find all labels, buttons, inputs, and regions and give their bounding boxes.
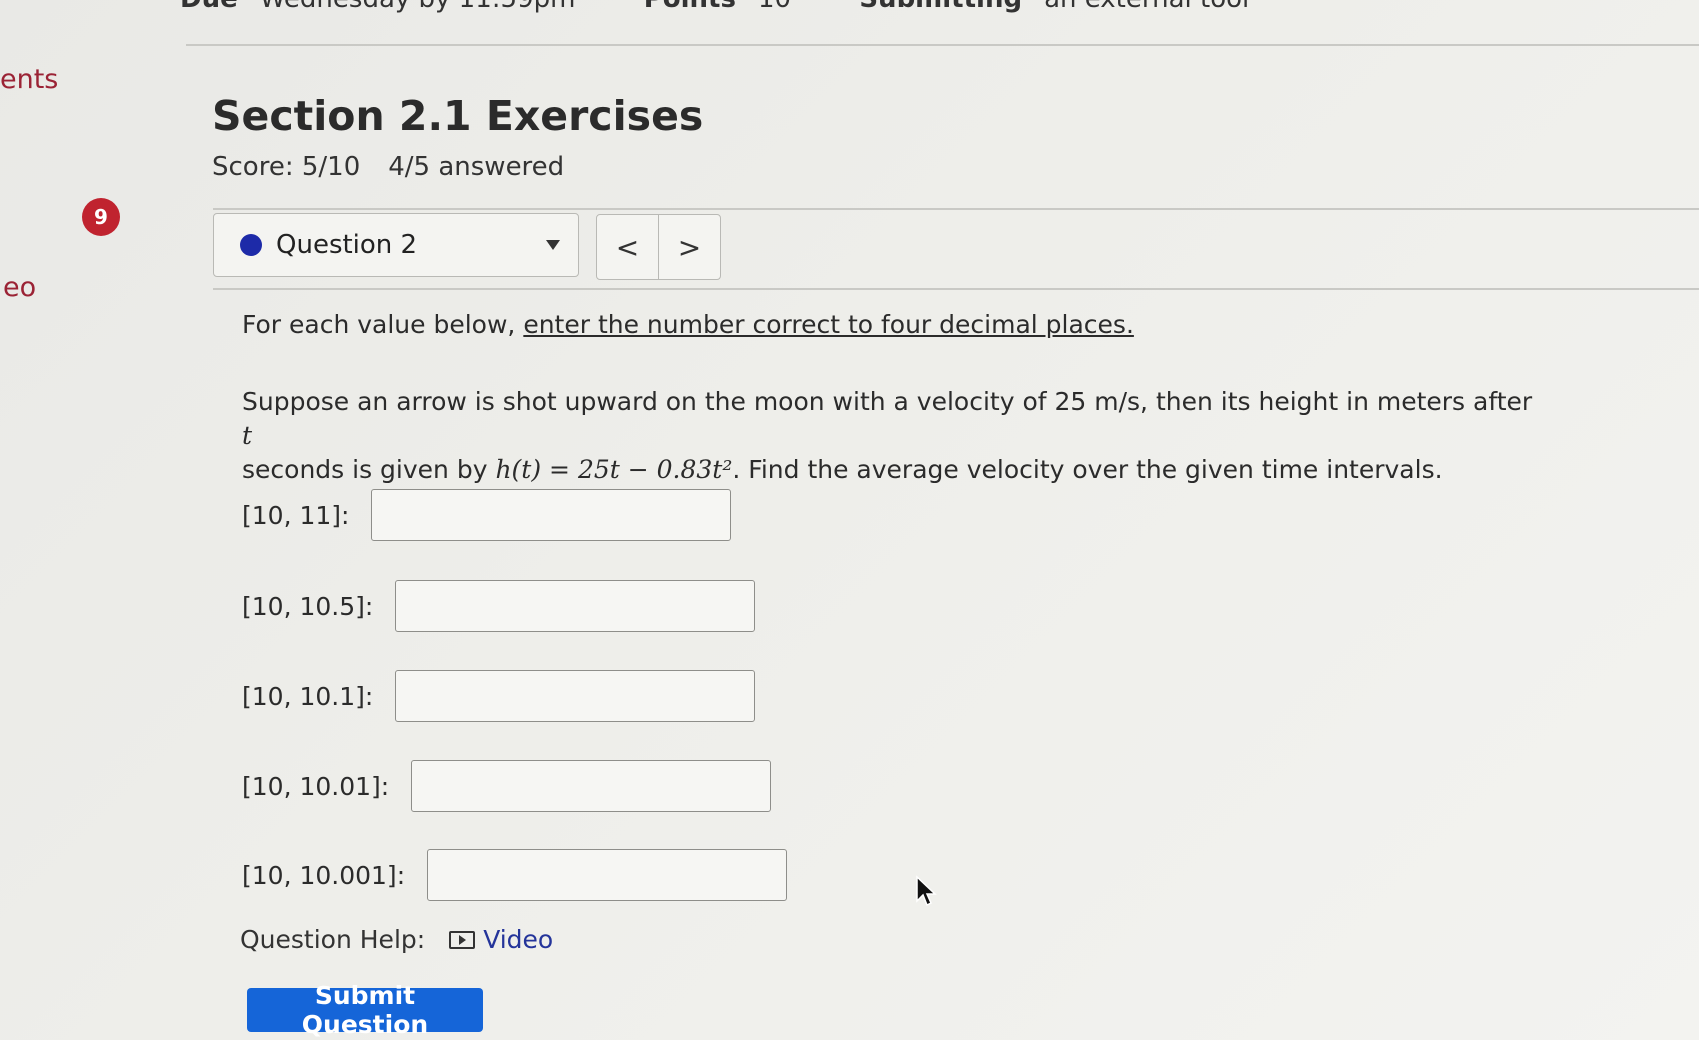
score-value: Score: 5/10 bbox=[212, 152, 361, 182]
height-formula: h(t) = 25t − 0.83t² bbox=[495, 455, 733, 484]
question-select-label: Question 2 bbox=[276, 230, 418, 260]
due-label: Due bbox=[180, 0, 238, 14]
problem-text-2: seconds is given by bbox=[242, 455, 488, 484]
question-nav-divider bbox=[213, 288, 1699, 290]
sidebar-item-video[interactable]: eo bbox=[3, 272, 36, 303]
meta-divider bbox=[186, 44, 1699, 46]
answer-input[interactable] bbox=[371, 489, 732, 541]
answer-row: [10, 10.001]: bbox=[242, 849, 788, 901]
sidebar-item-assignments[interactable]: ents bbox=[0, 64, 58, 95]
interval-label: [10, 10.1]: bbox=[242, 681, 374, 711]
answer-input[interactable] bbox=[395, 580, 756, 632]
submitting-label: Submitting bbox=[859, 0, 1022, 14]
problem-text-1: Suppose an arrow is shot upward on the m… bbox=[242, 387, 1533, 416]
video-play-icon[interactable] bbox=[449, 930, 476, 949]
question-nav: < > bbox=[596, 214, 721, 280]
next-question-button[interactable]: > bbox=[658, 215, 720, 279]
answer-row: [10, 10.01]: bbox=[242, 760, 772, 812]
video-help-link[interactable]: Video bbox=[483, 925, 553, 954]
dropdown-caret-icon bbox=[546, 240, 560, 250]
notification-badge: 9 bbox=[82, 198, 120, 236]
answer-input[interactable] bbox=[395, 670, 756, 722]
interval-label: [10, 10.001]: bbox=[242, 860, 406, 890]
header-divider bbox=[213, 208, 1699, 210]
problem-statement: Suppose an arrow is shot upward on the m… bbox=[242, 385, 1542, 487]
problem-text-3: . Find the average velocity over the giv… bbox=[732, 455, 1443, 484]
answer-row: [10, 11]: bbox=[242, 489, 732, 541]
instruction-emphasis: enter the number correct to four decimal… bbox=[523, 310, 1134, 339]
submit-question-button[interactable]: Submit Question bbox=[247, 981, 483, 1039]
answered-count: 4/5 answered bbox=[388, 152, 565, 182]
answer-row: [10, 10.5]: bbox=[242, 580, 756, 632]
answer-row: [10, 10.1]: bbox=[242, 670, 756, 722]
page-title: Section 2.1 Exercises bbox=[212, 92, 704, 140]
mouse-cursor-icon bbox=[916, 875, 937, 907]
question-select[interactable]: Question 2 bbox=[213, 213, 579, 277]
due-value: Wednesday by 11:59pm bbox=[260, 0, 576, 14]
question-help: Question Help: Video bbox=[240, 925, 553, 954]
answer-input[interactable] bbox=[427, 849, 788, 901]
question-help-label: Question Help: bbox=[240, 925, 426, 954]
question-status-dot bbox=[240, 234, 262, 256]
score-line: Score: 5/10 4/5 answered bbox=[212, 152, 592, 182]
answer-input[interactable] bbox=[411, 760, 772, 812]
points-label: Points bbox=[644, 0, 736, 14]
interval-label: [10, 10.5]: bbox=[242, 591, 374, 621]
interval-label: [10, 11]: bbox=[242, 500, 350, 530]
instruction: For each value below, enter the number c… bbox=[242, 310, 1542, 339]
interval-label: [10, 10.01]: bbox=[242, 771, 390, 801]
question-body: For each value below, enter the number c… bbox=[242, 310, 1542, 484]
previous-question-button[interactable]: < bbox=[597, 215, 658, 279]
variable-t: t bbox=[242, 421, 253, 450]
instruction-prefix: For each value below, bbox=[242, 310, 516, 339]
assignment-meta-bar: Due Wednesday by 11:59pm Points 10 Submitt… bbox=[180, 0, 1271, 14]
points-value: 10 bbox=[758, 0, 791, 14]
submitting-value: an external tool bbox=[1044, 0, 1249, 14]
